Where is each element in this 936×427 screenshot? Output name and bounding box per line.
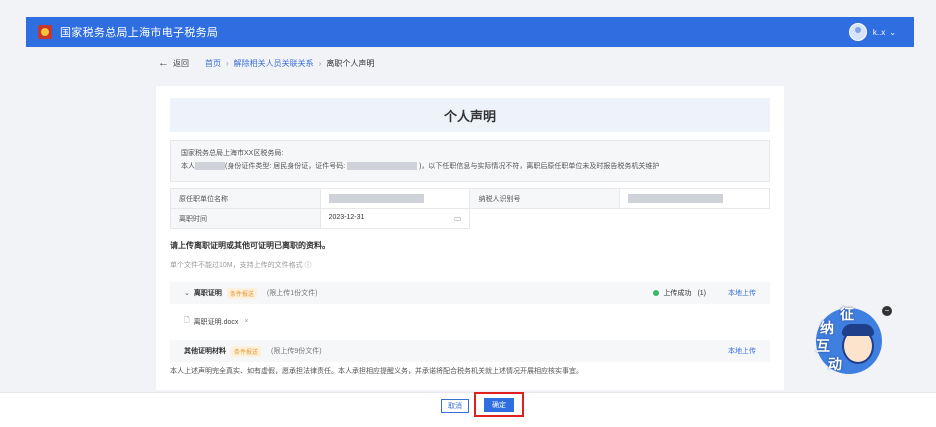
breadcrumb: ← 返回 首页 › 解除相关人员关联关系 › 离职个人声明 bbox=[158, 57, 374, 69]
upload-item-name: 其他证明材料 bbox=[184, 348, 226, 355]
declaration-text: 本人上述声明完全真实、如有虚假，愿承担法律责任。本人承担相应提醒义务，并承诺将配… bbox=[170, 368, 583, 375]
breadcrumb-unlink[interactable]: 解除相关人员关联关系 bbox=[234, 58, 314, 69]
upload-limit: (限上传1份文件) bbox=[266, 290, 318, 297]
assistant-char[interactable]: 动 bbox=[828, 354, 842, 374]
condition-tag: 条件报送 bbox=[231, 345, 262, 357]
breadcrumb-separator: › bbox=[226, 58, 229, 68]
site-title[interactable]: 国家税务总局上海市电子税务局 bbox=[60, 24, 218, 40]
document-icon: 🗋 bbox=[184, 317, 190, 324]
user-menu[interactable]: k..x ⌄ bbox=[848, 23, 896, 41]
confirm-highlight: 确定 bbox=[474, 392, 524, 417]
chevron-down-icon[interactable]: ⌄ bbox=[184, 289, 190, 297]
upload-row-resignation: ⌄ 离职证明 条件报送 (限上传1份文件) 上传成功 (1) 本地上传 bbox=[170, 282, 770, 304]
leave-date-input[interactable]: 2023-12-31 ▭ bbox=[319, 208, 471, 229]
breadcrumb-home[interactable]: 首页 bbox=[205, 58, 221, 69]
taxpayer-id-label: 纳税人识别号 bbox=[469, 188, 621, 209]
user-name[interactable]: k..x bbox=[873, 28, 885, 37]
cancel-button[interactable]: 取消 bbox=[441, 399, 469, 413]
close-icon[interactable]: × bbox=[244, 318, 248, 325]
local-upload-button[interactable]: 本地上传 bbox=[728, 346, 756, 356]
file-name[interactable]: 离职证明.docx bbox=[194, 317, 239, 327]
upload-limit: (限上传9份文件) bbox=[271, 348, 322, 355]
assistant-char[interactable]: 征 bbox=[840, 304, 854, 324]
redacted-name bbox=[195, 162, 225, 171]
intro-addressee: 国家税务总局上海市XX区税务局: bbox=[181, 150, 284, 157]
assistant-widget[interactable]: 征 纳 互 动 − bbox=[812, 304, 892, 380]
upload-row-other: 其他证明材料 条件报送 (限上传9份文件) 本地上传 bbox=[170, 340, 770, 362]
condition-tag: 条件报送 bbox=[226, 287, 257, 299]
uploaded-file[interactable]: 🗋 离职证明.docx × bbox=[184, 316, 248, 327]
confirm-button[interactable]: 确定 bbox=[484, 397, 514, 412]
calendar-icon[interactable]: ▭ bbox=[454, 214, 462, 223]
assistant-avatar-icon[interactable] bbox=[842, 324, 874, 364]
local-upload-button[interactable]: 本地上传 bbox=[728, 288, 756, 298]
upload-item-name: 离职证明 bbox=[193, 290, 222, 297]
org-name-label: 原任职单位名称 bbox=[170, 188, 321, 209]
success-dot-icon bbox=[653, 290, 660, 296]
top-header: 国家税务总局上海市电子税务局 k..x ⌄ bbox=[26, 17, 914, 47]
back-button[interactable]: 返回 bbox=[173, 58, 189, 69]
intro-statement: 本人 (身份证件类型: 居民身份证，证件号码: )，以下任职信息与实际情况不符，离… bbox=[181, 162, 660, 171]
taxpayer-id-value bbox=[619, 188, 770, 209]
assistant-char[interactable]: 互 bbox=[816, 336, 830, 356]
tax-emblem-icon bbox=[38, 25, 52, 39]
back-arrow-icon[interactable]: ← bbox=[158, 57, 169, 69]
leave-date-label: 离职时间 bbox=[170, 208, 321, 229]
close-icon[interactable]: − bbox=[882, 306, 892, 316]
upload-hint: 单个文件不能过10M，支持上传的文件格式 ⓘ bbox=[170, 262, 312, 269]
breadcrumb-separator: › bbox=[318, 58, 322, 68]
upload-status: 上传成功 (1) bbox=[653, 288, 706, 298]
upload-section-title: 请上传离职证明或其他可证明已离职的资料。 bbox=[170, 241, 330, 250]
assistant-char[interactable]: 纳 bbox=[820, 318, 834, 338]
chevron-down-icon[interactable]: ⌄ bbox=[889, 28, 896, 37]
employment-info-table: 原任职单位名称 纳税人识别号 离职时间 2023-12-31 ▭ bbox=[170, 188, 770, 229]
redacted-id-number bbox=[347, 162, 418, 171]
user-avatar-icon[interactable] bbox=[848, 23, 867, 41]
page-title: 个人声明 bbox=[170, 98, 770, 132]
declaration-intro: 国家税务总局上海市XX区税务局: 本人 (身份证件类型: 居民身份证，证件号码: … bbox=[170, 140, 770, 182]
org-name-value bbox=[319, 188, 471, 209]
breadcrumb-current: 离职个人声明 bbox=[326, 58, 375, 68]
declaration-card: 个人声明 国家税务总局上海市XX区税务局: 本人 (身份证件类型: 居民身份证，证… bbox=[156, 86, 784, 390]
